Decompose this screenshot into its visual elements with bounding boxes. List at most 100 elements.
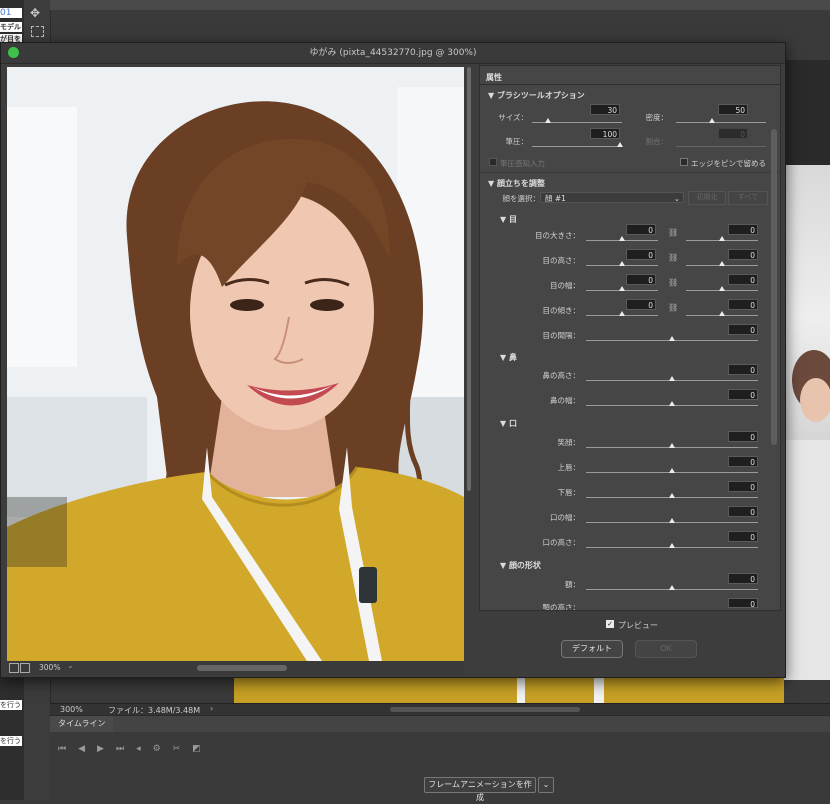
tab-timeline[interactable]: タイムライン — [50, 716, 114, 732]
chevron-down-icon[interactable]: ⌄ — [538, 777, 554, 793]
slider-knob[interactable] — [669, 543, 675, 548]
image-canvas[interactable] — [7, 67, 464, 661]
nose-section[interactable]: ▼ 鼻 — [500, 352, 517, 363]
eye-width-left-field[interactable]: 0 — [626, 274, 656, 285]
density-slider-knob[interactable] — [709, 118, 715, 123]
settings-icon[interactable]: ⚙ — [153, 744, 173, 754]
pressure-slider[interactable] — [532, 146, 622, 147]
eye-distance-field[interactable]: 0 — [728, 324, 758, 335]
chevron-right-icon[interactable]: › — [210, 704, 213, 713]
slider-knob[interactable] — [669, 443, 675, 448]
eye-size-left-field[interactable]: 0 — [626, 224, 656, 235]
scissors-icon[interactable]: ✂ — [173, 744, 193, 754]
slider-knob[interactable] — [669, 585, 675, 590]
pressure-label: 筆圧： — [505, 137, 529, 146]
eye-height-left-field[interactable]: 0 — [626, 249, 656, 260]
marquee-tool-icon[interactable] — [31, 26, 44, 37]
window-zoom-button[interactable] — [8, 47, 19, 58]
size-slider-knob[interactable] — [545, 118, 551, 123]
nose-width-field[interactable]: 0 — [728, 389, 758, 400]
transition-icon[interactable]: ◩ — [192, 744, 213, 754]
lower-lip-field[interactable]: 0 — [728, 481, 758, 492]
slider-knob[interactable] — [619, 286, 625, 291]
slider-knob[interactable] — [619, 236, 625, 241]
first-frame-icon[interactable]: ⏮ — [58, 744, 78, 754]
create-frame-animation-button[interactable]: フレームアニメーションを作成 — [424, 777, 536, 802]
mouth-title: 口 — [508, 419, 517, 428]
zoom-level[interactable]: 300% — [39, 663, 60, 672]
size-field[interactable]: 30 — [590, 104, 620, 115]
pin-edges-checkbox[interactable] — [680, 158, 688, 166]
slider-knob[interactable] — [669, 493, 675, 498]
preview-checkbox[interactable]: ✓ — [606, 620, 614, 628]
nose-height-label: 鼻の高さ： — [542, 371, 581, 380]
timeline-panel: タイムライン ⏮◀▶⏭◂⚙✂◩ フレームアニメーションを作成 ⌄ — [50, 715, 830, 802]
upper-lip-field[interactable]: 0 — [728, 456, 758, 467]
slider-knob[interactable] — [669, 336, 675, 341]
mouth-section[interactable]: ▼ 口 — [500, 418, 517, 429]
horizontal-scrollbar[interactable] — [390, 707, 580, 712]
slider-knob[interactable] — [719, 311, 725, 316]
mouth-height-field[interactable]: 0 — [728, 531, 758, 542]
eye-tilt-left-field[interactable]: 0 — [626, 299, 656, 310]
link-icon[interactable]: ⛓ — [668, 303, 678, 312]
mask-view-icon[interactable] — [20, 663, 30, 673]
background-document-image — [234, 676, 784, 703]
eye-width-right-field[interactable]: 0 — [728, 274, 758, 285]
toggle-view-icon[interactable] — [9, 663, 19, 673]
status-zoom[interactable]: 300% — [60, 705, 83, 714]
select-face-dropdown[interactable]: 顔 #1 ⌄ — [540, 192, 684, 203]
rate-label: 割合： — [645, 137, 669, 146]
slider-knob[interactable] — [669, 468, 675, 473]
audio-icon[interactable]: ◂ — [136, 744, 153, 754]
play-icon[interactable]: ▶ — [97, 744, 116, 754]
density-label: 密度： — [645, 113, 669, 122]
prev-frame-icon[interactable]: ◀ — [78, 744, 97, 754]
canvas-vertical-scrollbar[interactable] — [466, 67, 472, 661]
canvas-horizontal-scrollbar[interactable] — [197, 665, 287, 671]
slider-knob[interactable] — [619, 261, 625, 266]
pressure-slider-knob[interactable] — [617, 142, 623, 147]
link-icon[interactable]: ⛓ — [668, 228, 678, 237]
eye-height-right-field[interactable]: 0 — [728, 249, 758, 260]
properties-scrollbar[interactable] — [771, 129, 777, 649]
slider-knob[interactable] — [669, 376, 675, 381]
next-frame-icon[interactable]: ⏭ — [116, 744, 136, 754]
eyes-section[interactable]: ▼ 目 — [500, 214, 517, 225]
link-icon[interactable]: ⛓ — [668, 278, 678, 287]
default-button[interactable]: デフォルト — [561, 640, 623, 658]
slider-knob[interactable] — [619, 311, 625, 316]
face-shape-section[interactable]: ▼ 顔の形状 — [500, 560, 541, 571]
density-field[interactable]: 50 — [718, 104, 748, 115]
slider-knob[interactable] — [669, 518, 675, 523]
face-aware-section[interactable]: ▼ 顔立ちを調整 — [488, 178, 545, 189]
slider-knob[interactable] — [669, 401, 675, 406]
select-face-label: 顔を選択： — [502, 194, 541, 203]
ok-button[interactable]: OK — [635, 640, 697, 658]
mouth-width-field[interactable]: 0 — [728, 506, 758, 517]
brush-options-section[interactable]: ▼ ブラシツールオプション — [488, 90, 585, 101]
move-tool-icon[interactable]: ✥ — [30, 6, 40, 20]
canvas-footer: 300% ⌄ — [7, 661, 464, 675]
dialog-titlebar[interactable]: ゆがみ (pixta_44532770.jpg @ 300%) — [1, 43, 785, 64]
smile-field[interactable]: 0 — [728, 431, 758, 442]
face-shape-title: 顔の形状 — [508, 561, 541, 570]
slider-knob[interactable] — [719, 286, 725, 291]
chin-height-field[interactable]: 0 — [728, 598, 758, 609]
zoom-dropdown-icon[interactable]: ⌄ — [67, 661, 74, 670]
eye-tilt-right-field[interactable]: 0 — [728, 299, 758, 310]
properties-header: 属性 — [486, 73, 502, 82]
mouth-height-label: 口の高さ： — [542, 538, 581, 547]
slider-knob[interactable] — [719, 236, 725, 241]
slider-knob[interactable] — [719, 261, 725, 266]
density-slider[interactable] — [676, 122, 766, 123]
lower-lip-label: 下唇： — [557, 488, 581, 497]
link-icon[interactable]: ⛓ — [668, 253, 678, 262]
upper-lip-label: 上唇： — [557, 463, 581, 472]
nose-height-field[interactable]: 0 — [728, 364, 758, 375]
doc-snippet: を行う — [0, 736, 22, 746]
pressure-field[interactable]: 100 — [590, 128, 620, 139]
preview-label: プレビュー — [618, 621, 658, 630]
eye-size-right-field[interactable]: 0 — [728, 224, 758, 235]
forehead-field[interactable]: 0 — [728, 573, 758, 584]
